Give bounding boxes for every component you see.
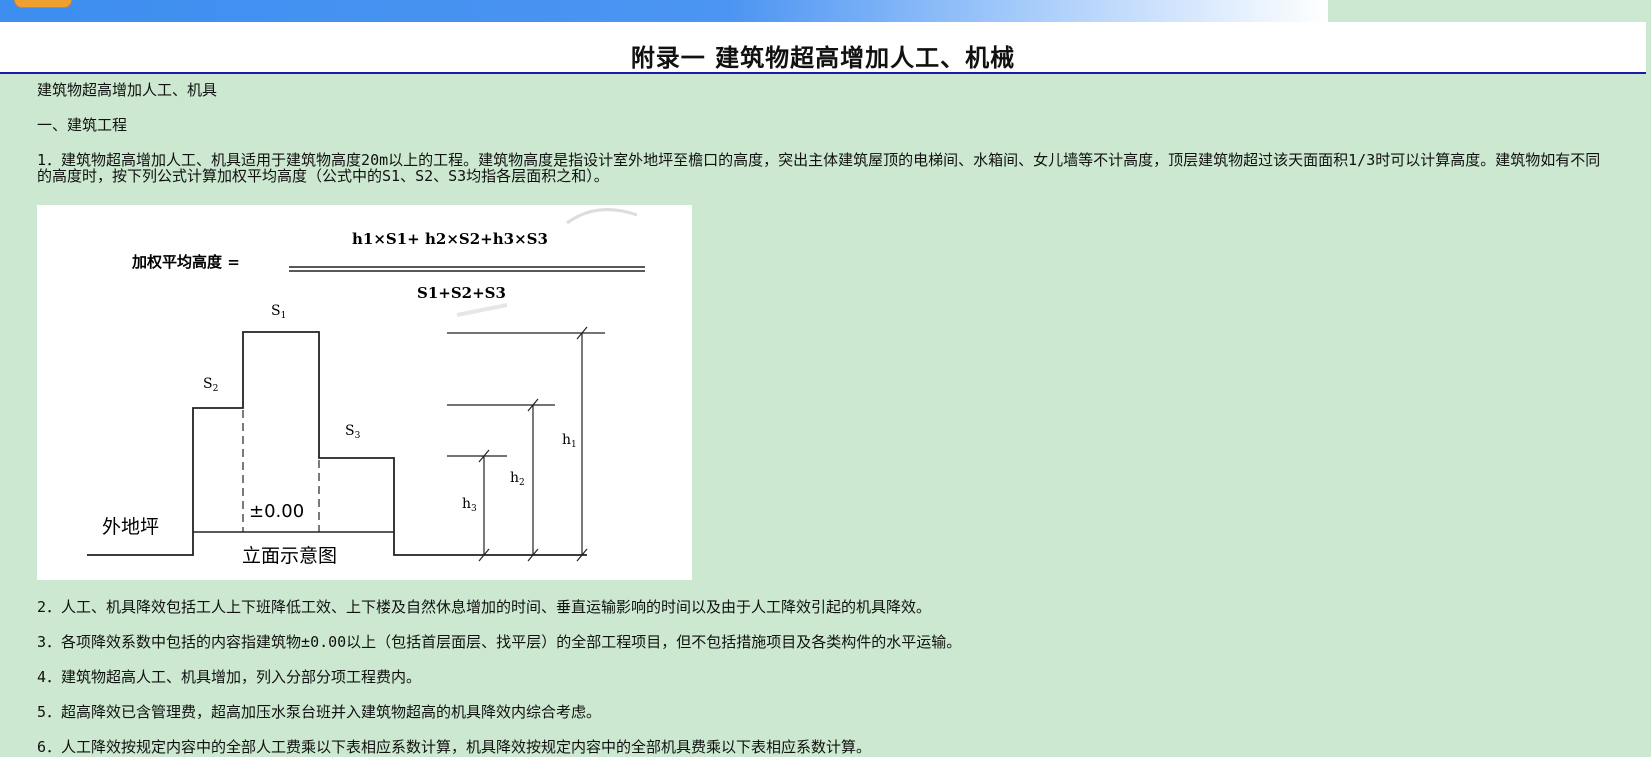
- paragraph-5: 5．超高降效已含管理费，超高加压水泵台班并入建筑物超高的机具降效内综合考虑。: [37, 703, 602, 721]
- h2-label: h2: [510, 470, 525, 488]
- h1-label: h1: [562, 432, 577, 450]
- paragraph-2: 2．人工、机具降效包括工人上下班降低工效、上下楼及自然休息增加的时间、垂直运输影…: [37, 598, 932, 616]
- paragraph-4: 4．建筑物超高人工、机具增加，列入分部分项工程费内。: [37, 668, 422, 686]
- s3-label: S3: [345, 423, 361, 441]
- title-bar: 附录一 建筑物超高增加人工、机械: [0, 22, 1646, 74]
- ground-label: 外地坪: [102, 516, 159, 538]
- formula-denominator: S1+S2+S3: [417, 284, 506, 302]
- zero-level-label: ±0.00: [249, 501, 304, 522]
- diagram-svg: 加权平均高度 = h1×S1+ h2×S2+h3×S3 S1+S2+S3 S1 …: [87, 208, 645, 567]
- page-title: 附录一 建筑物超高增加人工、机械: [630, 43, 1016, 72]
- paragraph-6: 6．人工降效按规定内容中的全部人工费乘以下表相应系数计算，机具降效按规定内容中的…: [37, 738, 872, 756]
- top-banner: [0, 0, 1328, 22]
- paragraph-3: 3．各项降效系数中包括的内容指建筑物±0.00以上（包括首层面层、找平层）的全部…: [37, 633, 962, 651]
- building-outline: [87, 331, 587, 556]
- stamp-mark-2: [456, 303, 508, 317]
- elevation-diagram: 加权平均高度 = h1×S1+ h2×S2+h3×S3 S1+S2+S3 S1 …: [37, 205, 692, 580]
- section-heading: 一、建筑工程: [37, 116, 128, 134]
- diagram-caption: 立面示意图: [242, 545, 337, 567]
- h3-label: h3: [462, 496, 477, 514]
- stamp-mark: [566, 208, 638, 225]
- formula-numerator: h1×S1+ h2×S2+h3×S3: [352, 230, 548, 248]
- banner-button[interactable]: [14, 0, 72, 8]
- paragraph-1: 1．建筑物超高增加人工、机具适用于建筑物高度20m以上的工程。建筑物高度是指设计…: [37, 151, 1601, 185]
- s1-label: S1: [271, 303, 286, 321]
- s2-label: S2: [203, 376, 218, 394]
- subtitle: 建筑物超高增加人工、机具: [37, 81, 218, 99]
- formula-label: 加权平均高度 =: [131, 253, 240, 271]
